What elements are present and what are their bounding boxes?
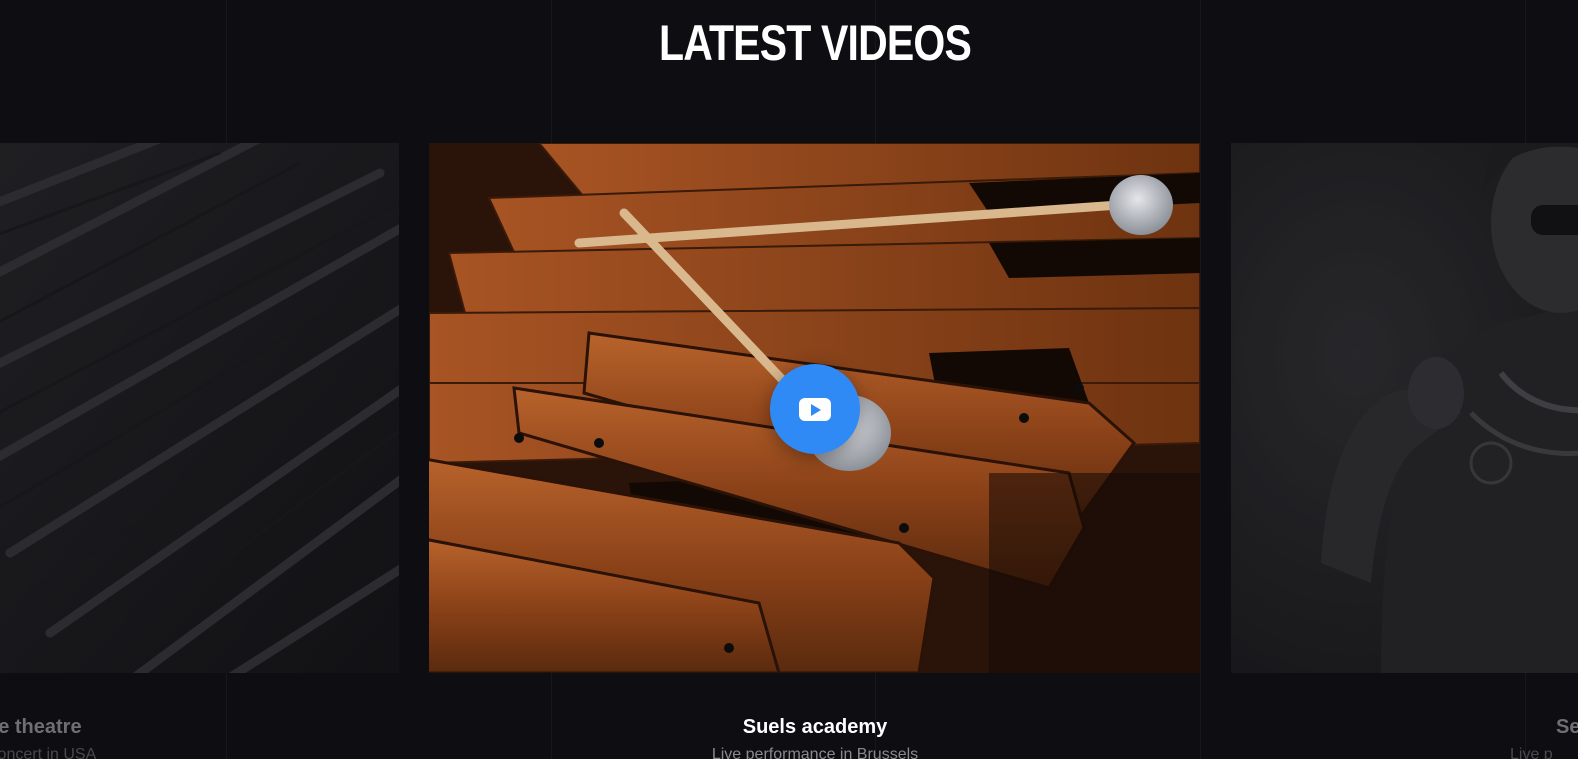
performer-image [1231,143,1578,673]
section-heading: LATEST VIDEOS [658,15,972,71]
piano-strings-image [0,143,399,673]
video-title-center[interactable]: Suels academy [0,716,1578,739]
youtube-play-icon [799,397,831,421]
video-subtitle-right: Live p [1510,746,1553,759]
play-video-button[interactable] [770,364,860,454]
video-card-left-thumbnail[interactable] [0,143,399,673]
video-card-right-thumbnail[interactable] [1231,143,1578,673]
video-subtitle-center: Live performance in Brussels [711,746,919,759]
grid-line [1200,0,1201,759]
video-title-right[interactable]: Se [1556,716,1578,739]
video-card-center-thumbnail[interactable] [429,143,1200,673]
